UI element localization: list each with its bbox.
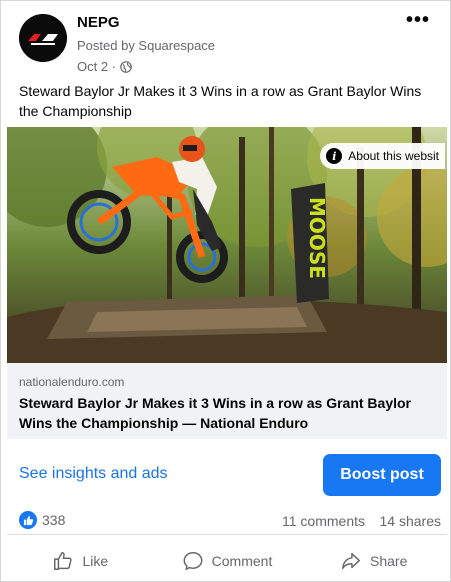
banner-text: MOOSE xyxy=(305,197,329,279)
reactions-summary[interactable]: 338 xyxy=(19,511,65,529)
share-arrow-icon xyxy=(342,552,360,570)
like-label: Like xyxy=(82,553,109,569)
link-title: Steward Baylor Jr Makes it 3 Wins in a r… xyxy=(19,395,412,431)
globe-icon xyxy=(120,60,132,73)
post-date-text: Oct 2 · xyxy=(77,59,117,74)
thumbs-up-icon xyxy=(54,552,73,570)
post-date[interactable]: Oct 2 · xyxy=(77,59,132,74)
post-card: NEPG Posted by Squarespace Oct 2 · ••• S… xyxy=(0,0,451,582)
page-avatar[interactable] xyxy=(19,14,67,62)
actions-row: Like Comment Share xyxy=(7,541,447,581)
like-reaction-icon xyxy=(19,511,37,529)
about-this-website-button[interactable]: i About this websit xyxy=(320,143,445,169)
post-header: NEPG Posted by Squarespace Oct 2 · ••• xyxy=(1,1,451,79)
comment-button[interactable]: Comment xyxy=(154,541,301,581)
post-text: Steward Baylor Jr Makes it 3 Wins in a r… xyxy=(19,83,422,119)
posted-by-label: Posted by Squarespace xyxy=(77,38,216,53)
share-button[interactable]: Share xyxy=(300,541,447,581)
insights-row: See insights and ads Boost post xyxy=(7,441,447,507)
boost-post-button[interactable]: Boost post xyxy=(323,454,441,496)
like-button[interactable]: Like xyxy=(7,541,154,581)
reactions-count: 338 xyxy=(42,512,66,528)
comment-label: Comment xyxy=(211,553,273,569)
shares-count[interactable]: 14 shares xyxy=(380,513,441,529)
about-this-website-label: About this websit xyxy=(348,149,439,163)
stats-row: 338 11 comments 14 shares xyxy=(7,507,447,535)
post-image[interactable]: MOOSE i About this websit xyxy=(7,127,447,363)
link-domain: nationalenduro.com xyxy=(19,375,125,389)
comments-count[interactable]: 11 comments xyxy=(282,513,365,529)
comment-bubble-icon xyxy=(183,552,203,570)
more-options-icon[interactable]: ••• xyxy=(406,10,430,30)
link-preview[interactable]: nationalenduro.com Steward Baylor Jr Mak… xyxy=(7,363,447,439)
see-insights-link[interactable]: See insights and ads xyxy=(19,465,168,483)
nepg-logo-icon xyxy=(19,14,67,62)
share-label: Share xyxy=(370,553,408,569)
page-name[interactable]: NEPG xyxy=(77,14,120,31)
info-icon: i xyxy=(326,148,343,164)
